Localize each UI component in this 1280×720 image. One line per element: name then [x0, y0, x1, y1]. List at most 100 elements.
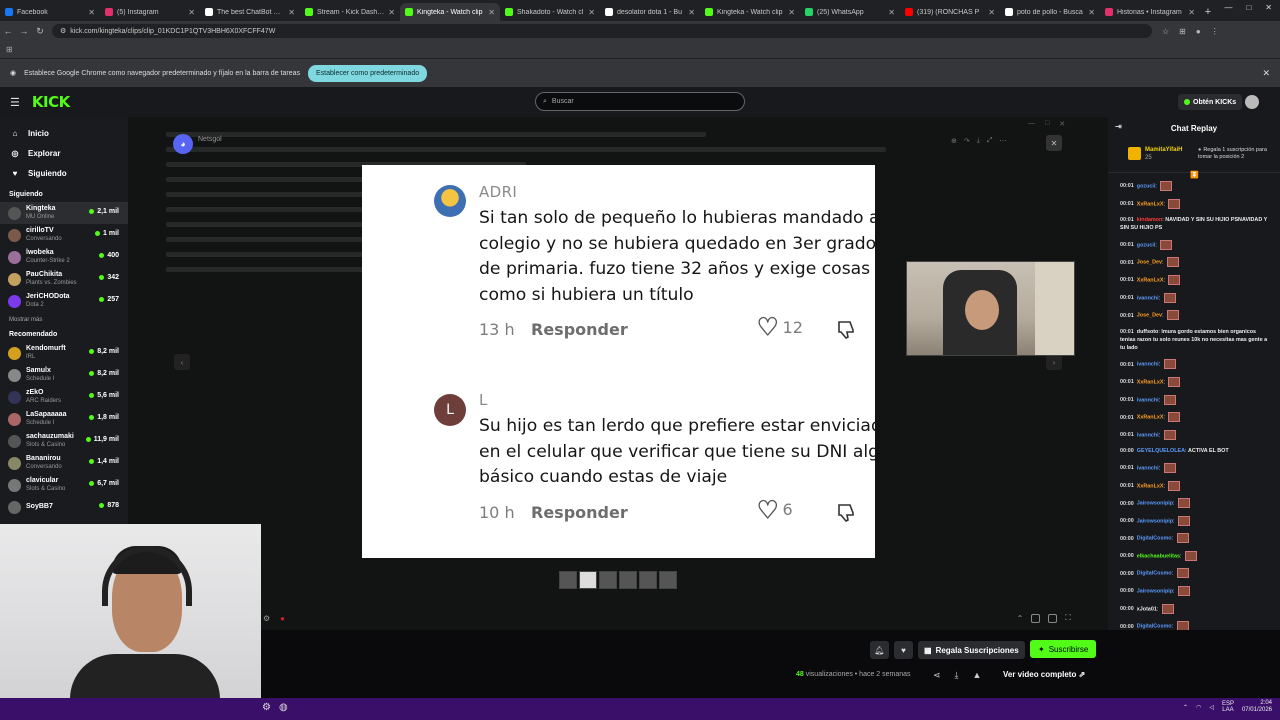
browser-tab[interactable]: Stream - Kick Dashbo ✕: [300, 3, 400, 21]
message-user[interactable]: elkachaabuelitas: [1137, 553, 1180, 559]
forward-icon[interactable]: →: [16, 26, 32, 36]
bookmark-star-icon[interactable]: ☆: [1162, 27, 1169, 36]
wifi-icon[interactable]: ◠: [1196, 704, 1201, 711]
follow-heart-icon[interactable]: ♥: [894, 641, 913, 659]
close-window-icon[interactable]: ✕: [1265, 3, 1272, 12]
sidebar-channel[interactable]: JeriCHODota Dota 2 257: [0, 290, 128, 312]
sidebar-channel[interactable]: Samulx Schedule I 8,2 mil: [0, 364, 128, 386]
sidebar-channel[interactable]: PauChikita Plants vs. Zombies 342: [0, 268, 128, 290]
nav-item-siguiendo[interactable]: ♥ Siguiendo: [0, 163, 128, 183]
set-default-button[interactable]: Establecer como predeterminado: [308, 64, 428, 82]
message-user[interactable]: kindamon: [1137, 217, 1162, 223]
browser-tab[interactable]: Facebook ✕: [0, 3, 100, 21]
hamburger-menu-icon[interactable]: ☰: [10, 96, 20, 109]
close-tab-icon[interactable]: ✕: [588, 8, 595, 17]
show-more-link[interactable]: Mostrar más: [9, 317, 128, 323]
browser-tab[interactable]: poto de pollo - Busca ✕: [1000, 3, 1100, 21]
site-info-icon[interactable]: ⚙: [60, 27, 66, 35]
message-user[interactable]: XxRanLxX: [1137, 415, 1164, 421]
close-tab-icon[interactable]: ✕: [88, 8, 95, 17]
back-icon[interactable]: ←: [0, 26, 16, 36]
sidebar-channel[interactable]: lwobeka Counter-Strike 2 400: [0, 246, 128, 268]
minimize-window-icon[interactable]: —: [1224, 3, 1232, 12]
maximize-window-icon[interactable]: □: [1246, 3, 1251, 12]
url-field[interactable]: ⚙ kick.com/kingteka/clips/clip_01KDC1P1Q…: [52, 24, 1152, 38]
close-tab-icon[interactable]: ✕: [388, 8, 395, 17]
sidebar-channel[interactable]: sachauzumaki Slots & Casino 11,9 mil: [0, 430, 128, 452]
browser-tab[interactable]: desolator dota 1 - Bu ✕: [600, 3, 700, 21]
theater-icon[interactable]: [1048, 613, 1058, 623]
close-tab-icon[interactable]: ✕: [1188, 8, 1195, 17]
message-user[interactable]: Jose_Dev: [1137, 260, 1162, 266]
browser-tab[interactable]: The best ChatBot and ✕: [200, 3, 300, 21]
close-tab-icon[interactable]: ✕: [788, 8, 795, 17]
close-tab-icon[interactable]: ✕: [288, 8, 295, 17]
apps-icon[interactable]: ⊞: [6, 45, 13, 54]
browser-tab[interactable]: (25) WhatsApp ✕: [800, 3, 900, 21]
new-tab-icon[interactable]: +: [1200, 3, 1216, 21]
message-user[interactable]: ivannchi: [1137, 397, 1159, 403]
sidebar-channel[interactable]: LaSapaaaaa Schedule I 1,8 mil: [0, 408, 128, 430]
subscribe-button[interactable]: ✦ Suscribirse: [1030, 640, 1097, 658]
user-avatar[interactable]: [1245, 95, 1259, 109]
message-user[interactable]: XxRanLxX: [1137, 379, 1164, 385]
browser-tab[interactable]: (5) Instagram ✕: [100, 3, 200, 21]
settings-icon[interactable]: ⚙: [263, 614, 270, 623]
gift-subs-button[interactable]: ▦ Regala Suscripciones: [918, 641, 1025, 659]
browser-icon[interactable]: ◍: [279, 702, 288, 713]
download-icon[interactable]: ⤓: [955, 670, 959, 681]
message-user[interactable]: xJota01: [1137, 606, 1157, 612]
sidebar-channel[interactable]: Kingteka MU Online 2,1 mil: [0, 202, 128, 224]
pip-icon[interactable]: [1031, 613, 1041, 623]
message-user[interactable]: Jairowsonipip: [1137, 501, 1173, 507]
nav-item-inicio[interactable]: ⌂ Inicio: [0, 123, 128, 143]
chevron-up-icon[interactable]: ⌃: [1017, 614, 1024, 623]
browser-tab[interactable]: Kingteka - Watch clip ✕: [700, 3, 800, 21]
browser-tab[interactable]: Shakadoto - Watch cl ✕: [500, 3, 600, 21]
message-user[interactable]: DigitalCosmo: [1137, 536, 1172, 542]
profile-icon[interactable]: ●: [1196, 27, 1201, 36]
report-icon[interactable]: ▲: [973, 670, 982, 681]
message-user[interactable]: XxRanLxX: [1137, 201, 1164, 207]
message-user[interactable]: Jose_Dev: [1137, 313, 1162, 319]
sidebar-channel[interactable]: SoyBB7 878: [0, 496, 128, 518]
nav-item-explorar[interactable]: ◎ Explorar: [0, 143, 128, 163]
message-user[interactable]: duffsoto: [1137, 329, 1159, 335]
collapse-chat-icon[interactable]: ⇥: [1115, 122, 1122, 131]
browser-tab[interactable]: (319) (RONCHAS P ✕: [900, 3, 1000, 21]
close-tab-icon[interactable]: ✕: [1088, 8, 1095, 17]
fullscreen-icon[interactable]: ⛶: [1065, 613, 1071, 623]
get-kicks-button[interactable]: Obtén KICKs: [1178, 94, 1243, 110]
kick-logo[interactable]: KICK: [32, 93, 70, 111]
close-tab-icon[interactable]: ✕: [488, 8, 495, 17]
close-tab-icon[interactable]: ✕: [888, 8, 895, 17]
message-user[interactable]: Jairowsonipip: [1137, 518, 1173, 524]
message-user[interactable]: ivannchi: [1137, 465, 1159, 471]
full-video-link[interactable]: Ver video completo ⇗: [1003, 670, 1085, 679]
message-user[interactable]: gozucii: [1137, 183, 1156, 189]
browser-tab[interactable]: Historias • Instagram ✕: [1100, 3, 1200, 21]
record-icon[interactable]: ●: [280, 614, 285, 623]
message-user[interactable]: DigitalCosmo: [1137, 571, 1172, 577]
sidebar-channel[interactable]: zEkO ARC Raiders 5,6 mil: [0, 386, 128, 408]
search-input[interactable]: ⌕ Buscar: [535, 92, 745, 111]
close-tab-icon[interactable]: ✕: [988, 8, 995, 17]
extensions-icon[interactable]: ⊞: [1179, 27, 1186, 36]
sidebar-channel[interactable]: cirilloTV Conversando 1 mil: [0, 224, 128, 246]
sidebar-channel[interactable]: Kendomurft IRL 8,2 mil: [0, 342, 128, 364]
volume-icon[interactable]: ◁: [1209, 704, 1214, 711]
scroll-down-icon[interactable]: ⏬: [1190, 171, 1199, 179]
message-user[interactable]: XxRanLxX: [1137, 483, 1164, 489]
reload-icon[interactable]: ↻: [32, 26, 48, 37]
language-indicator[interactable]: ESP LAA: [1222, 701, 1234, 713]
sidebar-channel[interactable]: clavicular Slots & Casino 6,7 mil: [0, 474, 128, 496]
message-user[interactable]: ivannchi: [1137, 362, 1159, 368]
share-icon[interactable]: ⋖: [933, 670, 941, 681]
clock[interactable]: 2:04 07/01/2026: [1242, 700, 1272, 714]
sidebar-channel[interactable]: Bananirou Conversando 1,4 mil: [0, 452, 128, 474]
settings-icon[interactable]: ⚙: [262, 702, 271, 713]
notification-bell-icon[interactable]: 🔔︎: [870, 641, 889, 659]
close-infobar-icon[interactable]: ✕: [1262, 68, 1270, 79]
menu-icon[interactable]: ⋮: [1211, 27, 1219, 36]
browser-tab[interactable]: Kingteka - Watch clip ✕: [400, 3, 500, 21]
